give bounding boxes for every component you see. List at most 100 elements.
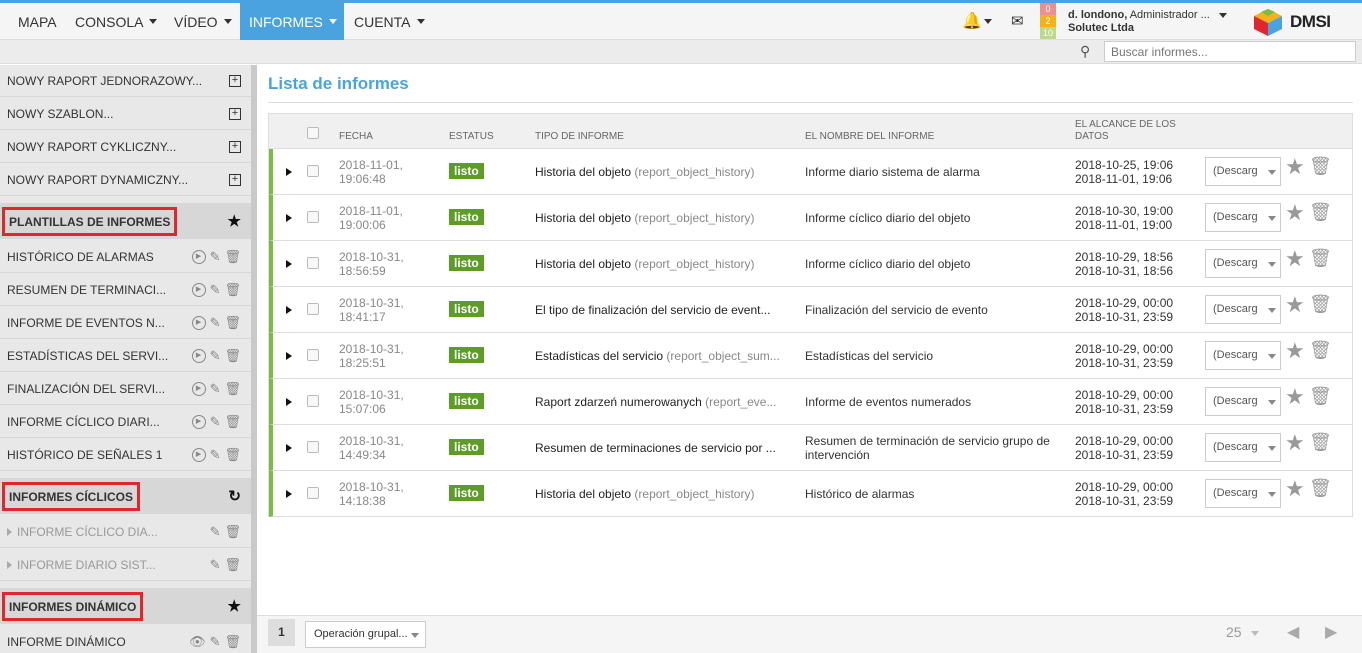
table-row[interactable]: 2018-11-01, 19:06:48 listo Historia del obj… [269,149,1352,195]
expand-row-icon[interactable] [286,260,292,268]
star-icon[interactable]: ★ [1285,200,1305,226]
trash-icon[interactable]: 🗑 [1309,478,1332,499]
sidebar-scrollbar[interactable] [251,65,257,653]
download-select[interactable]: (Descarg [1205,157,1281,186]
page-number[interactable]: 1 [268,619,295,646]
trash-icon[interactable]: 🗑 [224,634,241,650]
table-row[interactable]: 2018-11-01, 19:00:06 listo Historia del obj… [269,195,1352,241]
next-page-icon[interactable]: ▶ [1325,622,1337,642]
download-select[interactable]: (Descarg [1205,295,1281,324]
search-input[interactable] [1104,41,1356,62]
pencil-icon[interactable]: ✎ [210,557,221,573]
cyclic-item[interactable]: INFORME DIARIO SIST... ✎ 🗑 [0,549,251,581]
group-operation-select[interactable]: Operación grupal... [305,621,426,648]
trash-icon[interactable]: 🗑 [1309,294,1332,315]
template-item[interactable]: HISTÓRICO DE ALARMAS ▶ ✎ 🗑 [0,241,251,273]
table-row[interactable]: 2018-10-31, 14:49:34 listo Resumen de termi… [269,425,1352,471]
expand-icon[interactable] [7,560,12,569]
plus-icon[interactable]: + [229,173,241,186]
expand-row-icon[interactable] [286,306,292,314]
trash-icon[interactable]: 🗑 [224,315,241,331]
play-icon[interactable]: ▶ [191,414,206,429]
star-icon[interactable]: ★ [1285,384,1305,410]
download-select[interactable]: (Descarg [1205,203,1281,232]
pencil-icon[interactable]: ✎ [210,282,221,298]
expand-row-icon[interactable] [286,168,292,176]
row-checkbox[interactable] [307,211,319,223]
row-checkbox[interactable] [307,487,319,499]
star-icon[interactable]: ★ [1285,338,1305,364]
col-fecha[interactable]: FECHA [339,131,373,143]
col-tipo[interactable]: TIPO DE INFORME [535,131,624,143]
template-item[interactable]: HISTÓRICO DE SEÑALES 1 ▶ ✎ 🗑 [0,439,251,471]
plus-icon[interactable]: + [229,107,241,120]
table-row[interactable]: 2018-10-31, 18:56:59 listo Historia del obj… [269,241,1352,287]
row-checkbox[interactable] [307,441,319,453]
nav-consola[interactable]: CONSOLA [66,3,166,40]
star-icon[interactable]: ★ [228,212,241,230]
sidebar-new-template[interactable]: NOWY SZABLON... + [0,98,251,130]
per-page-select[interactable]: 25 [1226,624,1260,640]
play-icon[interactable]: ▶ [191,381,206,396]
pencil-icon[interactable]: ✎ [210,381,221,397]
bell-icon[interactable]: 🔔 [962,11,992,31]
play-icon[interactable]: ▶ [191,282,206,297]
table-row[interactable]: 2018-10-31, 18:25:51 listo Estadísticas del… [269,333,1352,379]
row-checkbox[interactable] [307,257,319,269]
template-item[interactable]: INFORME DE EVENTOS N... ▶ ✎ 🗑 [0,307,251,339]
nav-video[interactable]: VÍDEO [165,3,241,40]
trash-icon[interactable]: 🗑 [1309,340,1332,361]
trash-icon[interactable]: 🗑 [224,557,241,573]
trash-icon[interactable]: 🗑 [224,348,241,364]
dynamic-item[interactable]: INFORME DINÁMICO 👁 ✎ 🗑 [0,626,251,653]
expand-icon[interactable] [7,527,12,536]
row-checkbox[interactable] [307,349,319,361]
plus-icon[interactable]: + [229,74,241,87]
table-row[interactable]: 2018-10-31, 15:07:06 listo Raport zdarzeń n… [269,379,1352,425]
pencil-icon[interactable]: ✎ [210,249,221,265]
trash-icon[interactable]: 🗑 [224,524,241,540]
table-row[interactable]: 2018-10-31, 18:41:17 listo El tipo de final… [269,287,1352,333]
pencil-icon[interactable]: ✎ [210,414,221,430]
row-checkbox[interactable] [307,303,319,315]
sidebar-new-cyclic[interactable]: NOWY RAPORT CYKLICZNY... + [0,131,251,163]
mail-icon[interactable]: ✉ [1011,12,1024,30]
repeat-icon[interactable]: ↻ [228,487,241,505]
template-item[interactable]: RESUMEN DE TERMINACI... ▶ ✎ 🗑 [0,274,251,306]
expand-row-icon[interactable] [286,490,292,498]
alarm-counters[interactable]: 0 2 10 [1040,3,1056,40]
sidebar-new-onetime[interactable]: NOWY RAPORT JEDNORAZOWY... + [0,65,251,97]
download-select[interactable]: (Descarg [1205,387,1281,416]
play-icon[interactable]: ▶ [191,249,206,264]
download-select[interactable]: (Descarg [1205,433,1281,462]
expand-row-icon[interactable] [286,444,292,452]
row-checkbox[interactable] [307,395,319,407]
template-item[interactable]: FINALIZACIÓN DEL SERVI... ▶ ✎ 🗑 [0,373,251,405]
template-item[interactable]: ESTADÍSTICAS DEL SERVI... ▶ ✎ 🗑 [0,340,251,372]
nav-informes[interactable]: INFORMES [240,3,344,40]
pencil-icon[interactable]: ✎ [210,634,221,650]
pencil-icon[interactable]: ✎ [210,315,221,331]
star-icon[interactable]: ★ [1285,476,1305,502]
nav-cuenta[interactable]: CUENTA [345,3,434,40]
row-checkbox[interactable] [307,165,319,177]
trash-icon[interactable]: 🗑 [1309,432,1332,453]
download-select[interactable]: (Descarg [1205,479,1281,508]
pencil-icon[interactable]: ✎ [210,348,221,364]
table-row[interactable]: 2018-10-31, 14:18:38 listo Historia del obj… [269,471,1352,517]
download-select[interactable]: (Descarg [1205,249,1281,278]
trash-icon[interactable]: 🗑 [1309,248,1332,269]
trash-icon[interactable]: 🗑 [1309,156,1332,177]
play-icon[interactable]: ▶ [191,315,206,330]
star-icon[interactable]: ★ [1285,430,1305,456]
col-nombre[interactable]: EL NOMBRE DEL INFORME [805,131,934,143]
expand-row-icon[interactable] [286,398,292,406]
trash-icon[interactable]: 🗑 [224,381,241,397]
download-select[interactable]: (Descarg [1205,341,1281,370]
play-icon[interactable]: ▶ [191,447,206,462]
star-icon[interactable]: ★ [1285,246,1305,272]
templates-header[interactable]: PLANTILLAS DE INFORMES ★ [0,203,251,239]
star-icon[interactable]: ★ [1285,154,1305,180]
col-alcance[interactable]: EL ALCANCE DE LOS DATOS [1075,119,1185,143]
prev-page-icon[interactable]: ◀ [1287,622,1299,642]
